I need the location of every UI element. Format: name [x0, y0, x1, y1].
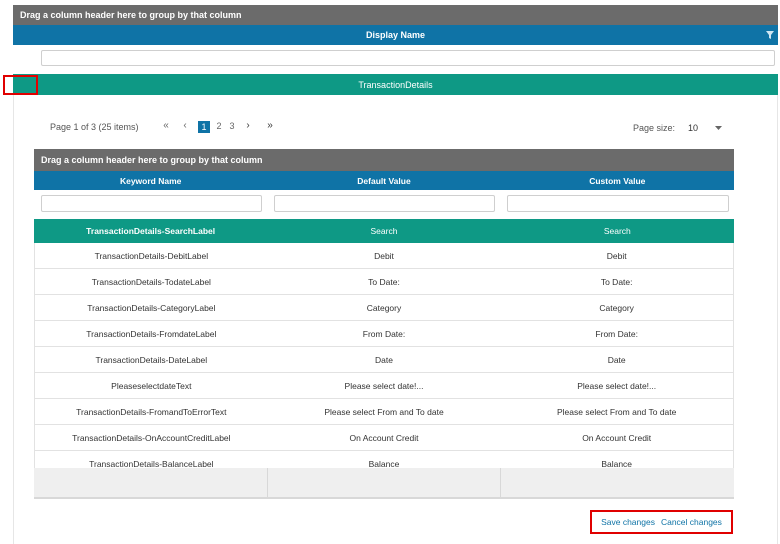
cancel-changes-link[interactable]: Cancel changes — [661, 517, 722, 527]
expand-collapse-button[interactable] — [3, 75, 38, 95]
table-row[interactable]: TransactionDetails-DateLabel Date Date — [35, 347, 733, 373]
table-row[interactable]: TransactionDetails-CategoryLabel Category… — [35, 295, 733, 321]
default-value-cell: Category — [366, 302, 402, 313]
outer-group-panel-text: Drag a column header here to group by th… — [20, 10, 242, 20]
default-value-cell: Please select date!... — [344, 380, 424, 391]
first-page-button[interactable]: « — [161, 120, 171, 131]
inner-footer — [34, 468, 734, 499]
keyword-name-header[interactable]: Keyword Name — [34, 171, 267, 190]
custom-value-cell: Category — [599, 302, 634, 313]
default-value-cell: On Account Credit — [349, 432, 419, 443]
group-row-label: TransactionDetails — [358, 79, 433, 90]
inner-header-row: Keyword Name Default Value Custom Value — [34, 171, 734, 190]
custom-value-cell: On Account Credit — [582, 432, 652, 443]
page-2-button[interactable]: 2 — [214, 121, 224, 131]
default-value-header[interactable]: Default Value — [267, 171, 500, 190]
inner-data-rows: TransactionDetails-DebitLabel Debit Debit T… — [34, 243, 734, 477]
selected-keyword-cell: TransactionDetails-SearchLabel — [86, 226, 216, 236]
footer-cell — [34, 468, 268, 497]
table-row[interactable]: TransactionDetails-FromandToErrorText Ple… — [35, 399, 733, 425]
filter-icon[interactable] — [766, 31, 774, 39]
keyword-cell: TransactionDetails-CategoryLabel — [87, 302, 216, 313]
custom-value-filter-input[interactable] — [507, 195, 729, 212]
custom-value-cell: From Date: — [595, 328, 638, 339]
page-size-label: Page size: — [633, 123, 676, 133]
display-name-filter-input[interactable] — [41, 50, 775, 66]
footer-cell — [268, 468, 502, 497]
display-name-column-header[interactable]: Display Name — [13, 25, 778, 45]
custom-value-cell: Please select date!... — [577, 380, 657, 391]
custom-value-cell: Please select From and To date — [556, 406, 677, 417]
table-row-selected[interactable]: TransactionDetails-SearchLabel Search Se… — [34, 219, 734, 243]
custom-value-header[interactable]: Custom Value — [501, 171, 734, 190]
selected-custom-cell: Search — [603, 226, 631, 236]
table-row[interactable]: TransactionDetails-FromdateLabel From Dat… — [35, 321, 733, 347]
keyword-name-filter-input[interactable] — [41, 195, 262, 212]
pager-info: Page 1 of 3 (25 items) — [50, 122, 139, 132]
keyword-cell: TransactionDetails-DebitLabel — [94, 250, 209, 261]
footer-cell — [501, 468, 734, 497]
default-value-cell: To Date: — [368, 276, 400, 287]
custom-value-cell: Date — [607, 354, 626, 365]
page-size-value[interactable]: 10 — [688, 123, 698, 133]
selected-default-cell: Search — [370, 226, 398, 236]
last-page-button[interactable]: » — [264, 120, 276, 131]
table-row[interactable]: PleaseselectdateText Please select date!.… — [35, 373, 733, 399]
chevron-down-icon[interactable] — [715, 126, 722, 131]
default-value-cell: Please select From and To date — [324, 406, 444, 417]
inner-group-panel: Drag a column header here to group by th… — [34, 149, 734, 171]
keyword-cell: TransactionDetails-TodateLabel — [91, 276, 211, 287]
page-1-button[interactable]: 1 — [198, 121, 210, 133]
prev-page-button[interactable]: ‹ — [181, 120, 189, 131]
keyword-cell: PleaseselectdateText — [111, 380, 192, 391]
keyword-cell: TransactionDetails-OnAccountCreditLabel — [72, 432, 231, 443]
inner-group-panel-text: Drag a column header here to group by th… — [41, 155, 263, 165]
default-value-filter-input[interactable] — [274, 195, 495, 212]
page-3-button[interactable]: 3 — [227, 121, 237, 131]
keyword-cell: TransactionDetails-DateLabel — [95, 354, 208, 365]
default-value-cell: From Date: — [362, 328, 406, 339]
save-changes-link[interactable]: Save changes — [601, 517, 655, 527]
edit-actions: Save changes Cancel changes — [590, 510, 733, 534]
table-row[interactable]: TransactionDetails-OnAccountCreditLabel O… — [35, 425, 733, 451]
outer-group-panel: Drag a column header here to group by th… — [13, 5, 778, 25]
custom-value-cell: To Date: — [600, 276, 633, 287]
keyword-cell: TransactionDetails-FromdateLabel — [86, 328, 217, 339]
custom-value-cell: Debit — [606, 250, 627, 261]
default-value-cell: Date — [375, 354, 393, 365]
default-value-cell: Debit — [374, 250, 394, 261]
next-page-button[interactable]: › — [244, 120, 252, 131]
display-name-header-label: Display Name — [365, 30, 426, 40]
table-row[interactable]: TransactionDetails-TodateLabel To Date: To… — [35, 269, 733, 295]
keyword-cell: TransactionDetails-FromandToErrorText — [76, 406, 227, 417]
group-row-transactiondetails: TransactionDetails — [13, 74, 778, 95]
table-row[interactable]: TransactionDetails-DebitLabel Debit Debit — [35, 243, 733, 269]
